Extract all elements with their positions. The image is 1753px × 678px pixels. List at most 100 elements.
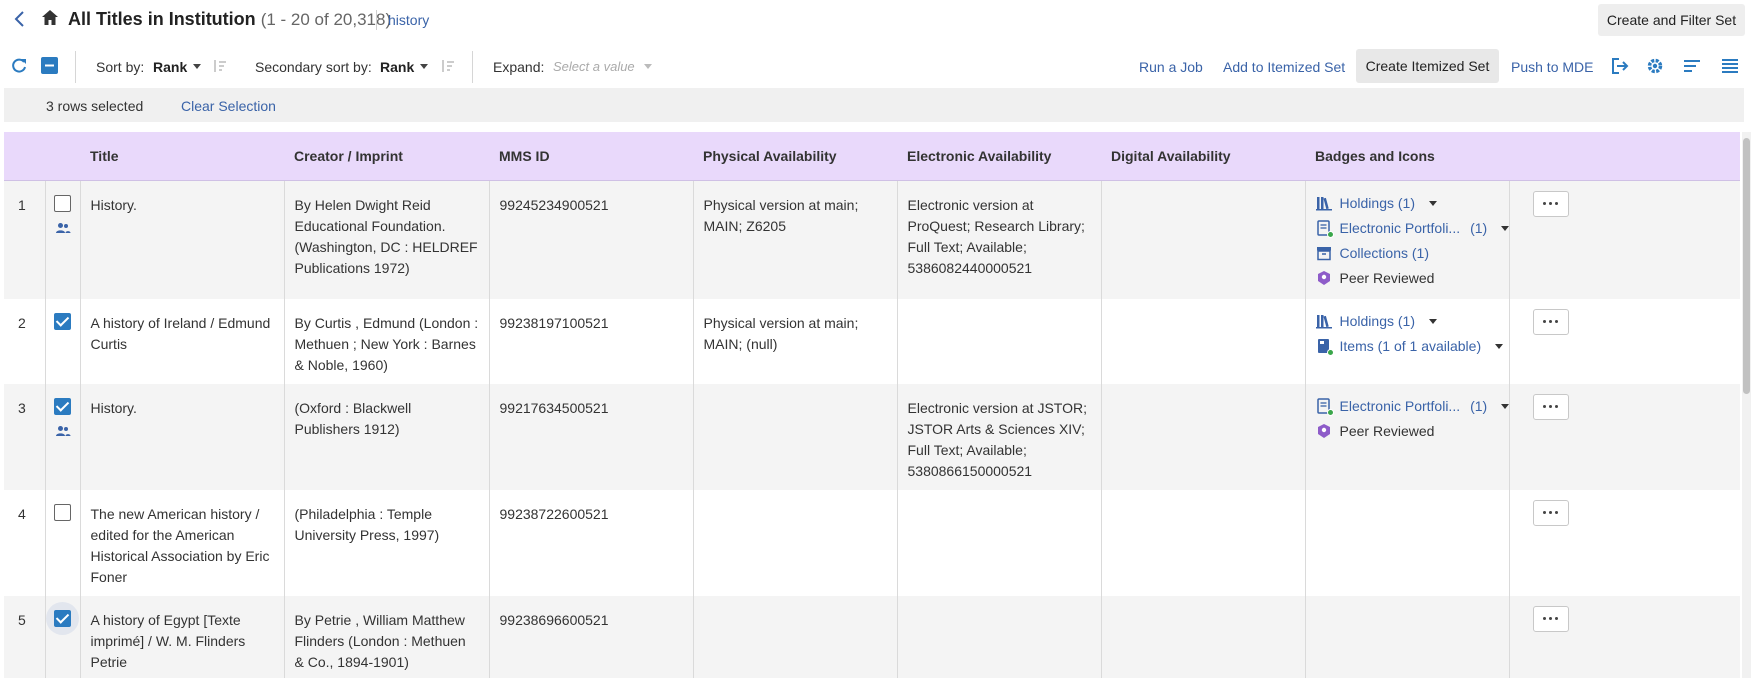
badge-holdings[interactable]: Holdings (1) (1315, 191, 1499, 216)
clear-selection-button[interactable]: Clear Selection (181, 98, 276, 114)
row-number: 4 (4, 489, 46, 596)
row-actions-menu-button[interactable] (1532, 190, 1569, 217)
search-term-link[interactable]: history (388, 12, 429, 28)
col-header-creator[interactable]: Creator / Imprint (284, 132, 489, 181)
table-header-row: Title Creator / Imprint MMS ID Physical … (4, 132, 1740, 181)
badge-label[interactable]: Electronic Portfoli... (1340, 218, 1461, 239)
badge-label[interactable]: Items (1 of 1 available) (1340, 336, 1482, 357)
col-header-title[interactable]: Title (80, 132, 284, 181)
col-header-select (45, 132, 80, 181)
badge-label[interactable]: Holdings (1) (1340, 311, 1415, 332)
table-view-icon[interactable] (1720, 56, 1740, 76)
page-title: All Titles in Institution (1 - 20 of 20,… (68, 9, 391, 30)
sort-direction-icon[interactable] (440, 58, 456, 74)
badge-label: Peer Reviewed (1339, 269, 1435, 286)
peer-icon (1316, 270, 1332, 286)
badge-holdings[interactable]: Holdings (1) (1315, 309, 1499, 334)
chevron-down-icon[interactable] (420, 64, 428, 69)
col-header-digital[interactable]: Digital Availability (1101, 132, 1305, 181)
table-row[interactable]: 1 History. By Helen Dwight Reid Educationa… (4, 180, 1740, 299)
row-select-checkbox[interactable] (54, 194, 71, 212)
list-view-icon[interactable] (1682, 56, 1702, 76)
table-row[interactable]: 5 A history of Egypt [Texte imprimé] / W.… (4, 595, 1740, 678)
row-select-checkbox[interactable] (54, 609, 71, 627)
users-group-icon (55, 222, 70, 233)
cell-electronic (897, 595, 1102, 678)
sort-direction-icon[interactable] (212, 58, 228, 74)
deselect-all-checkbox[interactable] (40, 56, 60, 76)
chevron-down-icon[interactable] (1495, 343, 1504, 349)
toolbar-divider (75, 51, 76, 83)
chevron-down-icon[interactable] (1428, 318, 1437, 324)
col-header-badges[interactable]: Badges and Icons (1305, 132, 1509, 181)
row-actions-menu-button[interactable] (1532, 308, 1569, 335)
scrollbar-thumb[interactable] (1743, 138, 1750, 394)
add-to-itemized-set-button[interactable]: Add to Itemized Set (1223, 59, 1345, 75)
sort-by-select[interactable]: Rank (153, 59, 187, 75)
create-filter-set-button[interactable]: Create and Filter Set (1598, 4, 1745, 36)
row-actions-menu-button[interactable] (1532, 605, 1569, 632)
table-row[interactable]: 4 The new American history / edited for t… (4, 489, 1740, 596)
badge-portfolio[interactable]: Electronic Portfoli... (1) (1316, 216, 1510, 241)
scrollbar[interactable] (1742, 132, 1751, 678)
badge-peer: Peer Reviewed (1316, 266, 1499, 291)
row-select-cell (45, 383, 81, 490)
row-actions-menu-button[interactable] (1532, 393, 1569, 420)
selection-bar: 3 rows selected Clear Selection (4, 88, 1744, 122)
row-select-checkbox[interactable] (54, 397, 71, 415)
home-icon[interactable] (40, 8, 60, 28)
badge-label[interactable]: Holdings (1) (1340, 193, 1415, 214)
row-number: 1 (4, 180, 46, 299)
sort-by-label: Sort by: (96, 59, 145, 75)
push-to-mde-button[interactable]: Push to MDE (1511, 59, 1593, 75)
chevron-down-icon[interactable] (644, 64, 652, 69)
badge-label[interactable]: Electronic Portfoli... (1340, 396, 1461, 417)
chevron-down-icon[interactable] (1428, 200, 1437, 206)
expand-select[interactable]: Select a value (553, 59, 635, 74)
table-row[interactable]: 2 A history of Ireland / Edmund Curtis By … (4, 298, 1740, 384)
title-divider (376, 10, 377, 30)
table-row[interactable]: 3 History. (Oxford : Blackwell Publishers … (4, 383, 1740, 490)
refresh-icon[interactable] (9, 56, 29, 76)
chevron-down-icon[interactable] (193, 64, 201, 69)
col-header-mms-id[interactable]: MMS ID (489, 132, 693, 181)
export-icon[interactable] (1610, 56, 1630, 76)
toolbar-divider (472, 51, 473, 83)
holdings-icon (1315, 313, 1332, 329)
cell-badges: Electronic Portfoli... (1) Peer Reviewed (1305, 383, 1510, 490)
col-header-electronic[interactable]: Electronic Availability (897, 132, 1101, 181)
badge-items[interactable]: Items (1 of 1 available) (1316, 334, 1504, 359)
secondary-sort-select[interactable]: Rank (380, 59, 414, 75)
cell-actions (1509, 489, 1740, 596)
gear-icon[interactable] (1645, 56, 1665, 76)
expand-label: Expand: (493, 59, 545, 75)
badge-label[interactable]: Collections (1) (1340, 243, 1429, 264)
create-itemized-set-button[interactable]: Create Itemized Set (1356, 49, 1499, 83)
cell-actions (1509, 595, 1740, 678)
row-select-cell (45, 489, 81, 596)
cell-badges (1305, 595, 1510, 678)
row-number: 3 (4, 383, 46, 490)
chevron-down-icon[interactable] (1501, 403, 1510, 409)
rows-selected-count: 3 rows selected (46, 98, 144, 114)
badge-collections[interactable]: Collections (1) (1316, 241, 1499, 266)
row-select-cell (45, 180, 81, 299)
col-header-physical[interactable]: Physical Availability (693, 132, 897, 181)
cell-electronic: Electronic version at JSTOR; JSTOR Arts … (897, 383, 1102, 490)
chevron-down-icon[interactable] (1501, 225, 1510, 231)
cell-physical (693, 489, 898, 596)
back-arrow-icon[interactable] (10, 8, 30, 30)
col-header-actions (1509, 132, 1740, 181)
row-select-checkbox[interactable] (54, 312, 71, 330)
run-job-button[interactable]: Run a Job (1139, 59, 1203, 75)
holdings-icon (1315, 195, 1332, 211)
cell-badges: Holdings (1) Electronic Portfoli... (1) Col… (1305, 180, 1510, 299)
row-select-cell (45, 298, 81, 384)
row-select-checkbox[interactable] (54, 503, 71, 521)
cell-mms-id: 99238197100521 (489, 298, 694, 384)
badge-portfolio[interactable]: Electronic Portfoli... (1) (1316, 394, 1510, 419)
row-actions-menu-button[interactable] (1532, 499, 1569, 526)
portfolio-icon (1316, 398, 1334, 416)
cell-electronic (897, 489, 1102, 596)
available-status-dot (1326, 409, 1334, 416)
